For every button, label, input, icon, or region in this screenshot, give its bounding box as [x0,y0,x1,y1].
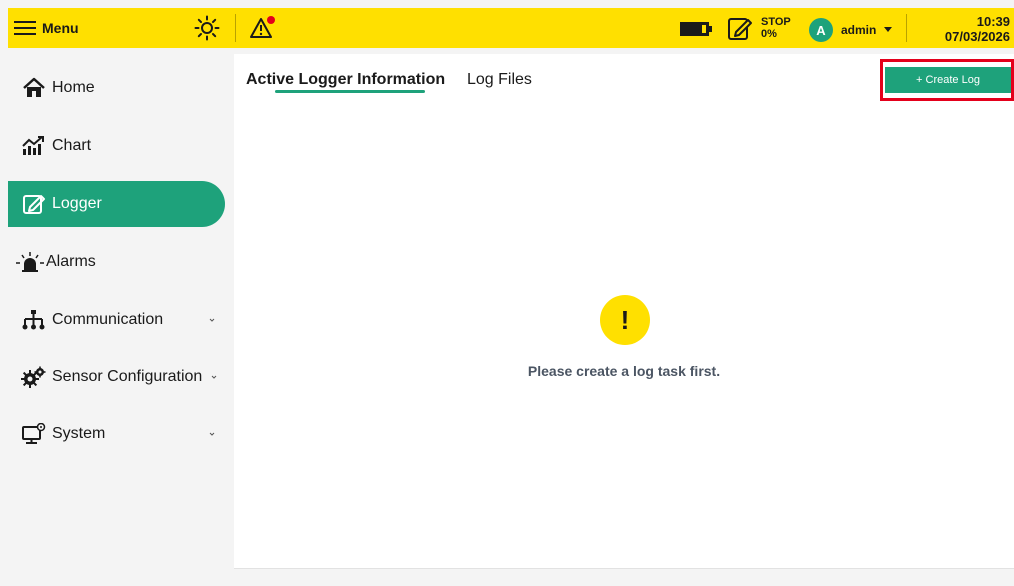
chart-icon [22,136,44,155]
empty-state-message: Please create a log task first. [527,363,721,379]
chevron-down-icon[interactable] [884,27,892,32]
sidebar-item-logger[interactable]: Logger [8,181,225,227]
sidebar-item-label: System [52,425,106,442]
network-icon [22,310,45,330]
sidebar-item-label: Home [52,79,95,96]
chevron-down-icon [209,432,215,436]
user-name[interactable]: admin [841,23,876,37]
logger-status-icon[interactable] [727,15,755,41]
menu-button[interactable]: Menu [14,17,79,39]
alarm-light-icon [16,252,44,272]
logger-icon [23,195,45,214]
main-panel: Active Logger Information Log Files + Cr… [234,54,1014,568]
brightness-icon[interactable] [194,15,220,41]
sidebar-item-label: Sensor Configuration [52,368,203,385]
menu-icon [14,17,36,39]
clock-time: 10:39 [976,14,1010,29]
tab-active-logger-information[interactable]: Active Logger Information [246,71,445,89]
logger-status: STOP 0% [761,16,791,40]
logger-percent: 0% [761,28,777,40]
active-tab-indicator [275,90,425,93]
logger-state: STOP [761,16,791,28]
battery-icon [680,22,712,36]
alarm-warning-icon[interactable] [250,15,278,41]
exclamation-icon: ! [600,295,650,345]
divider [235,14,236,42]
clock: 10:39 07/03/2026 [945,14,1010,44]
sidebar-item-label: Chart [52,137,92,154]
top-bar: Menu STOP 0% A admin 10:39 07/03/2026 [8,8,1014,48]
avatar[interactable]: A [809,18,833,42]
menu-label: Menu [42,20,79,36]
monitor-icon [22,423,46,444]
sidebar-item-alarms[interactable]: Alarms [8,239,225,285]
sidebar-item-label: Alarms [46,253,96,270]
clock-date: 07/03/2026 [944,29,1010,44]
highlight-box [880,59,1014,101]
sidebar: Home Chart Logger Alarms Communication S… [8,54,232,584]
chevron-down-icon [209,318,215,322]
sidebar-item-home[interactable]: Home [8,65,225,111]
divider [906,14,907,42]
sidebar-item-communication[interactable]: Communication [8,297,225,343]
home-icon [23,77,45,97]
sidebar-item-system[interactable]: System [8,411,225,457]
sidebar-item-label: Communication [52,311,164,328]
sidebar-item-sensor-configuration[interactable]: Sensor Configuration [8,354,225,400]
gear-icon [21,366,46,388]
tab-log-files[interactable]: Log Files [467,71,532,89]
chevron-down-icon [211,375,217,379]
sidebar-item-chart[interactable]: Chart [8,123,225,169]
divider [234,568,1014,569]
sidebar-item-label: Logger [52,195,102,212]
